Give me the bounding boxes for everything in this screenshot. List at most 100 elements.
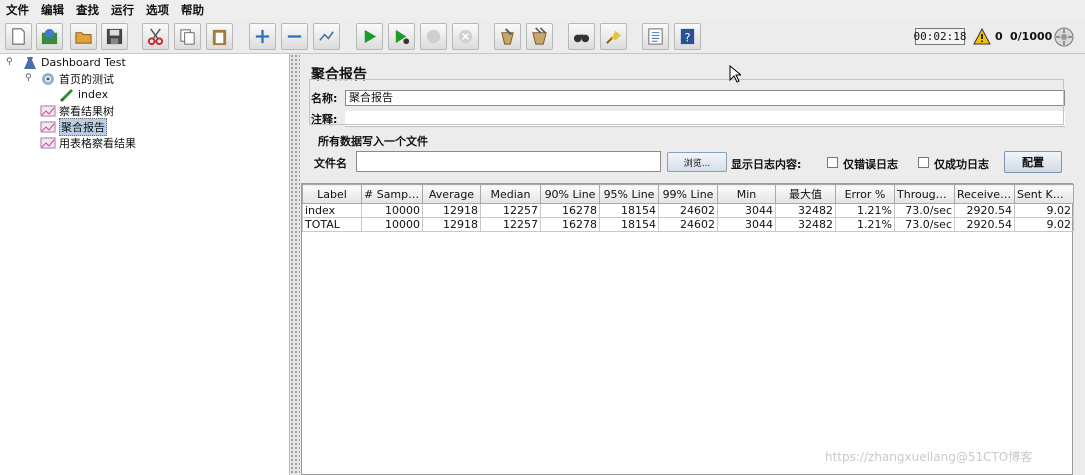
table-cell: index bbox=[302, 203, 362, 218]
filename-input[interactable] bbox=[356, 151, 661, 172]
column-header[interactable]: 95% Line bbox=[599, 184, 659, 204]
clear-all-icon bbox=[532, 27, 547, 45]
clear-button[interactable] bbox=[494, 23, 521, 50]
menu-help[interactable]: 帮助 bbox=[175, 2, 210, 18]
menu-run[interactable]: 运行 bbox=[105, 2, 140, 18]
cut-icon bbox=[147, 28, 164, 46]
search-button[interactable] bbox=[568, 23, 595, 50]
menu-search[interactable]: 查找 bbox=[70, 2, 105, 18]
templates-icon bbox=[41, 28, 58, 45]
column-header[interactable]: 99% Line bbox=[658, 184, 718, 204]
column-header[interactable]: Median bbox=[480, 184, 541, 204]
column-header[interactable]: 90% Line bbox=[540, 184, 600, 204]
reset-search-button[interactable] bbox=[600, 23, 627, 50]
table-cell: 32482 bbox=[775, 217, 836, 232]
start-button[interactable] bbox=[356, 23, 383, 50]
tree-node-table-results[interactable]: 用表格察看结果 bbox=[40, 135, 136, 150]
expand-button[interactable] bbox=[249, 23, 276, 50]
table-cell: 12918 bbox=[422, 203, 481, 218]
toggle-button[interactable] bbox=[313, 23, 340, 50]
column-header[interactable]: # Samples bbox=[361, 184, 423, 204]
tree-node-thread-group[interactable]: 首页的测试 bbox=[40, 71, 114, 86]
save-button[interactable] bbox=[101, 23, 128, 50]
paste-icon bbox=[212, 29, 227, 46]
stop-icon bbox=[426, 29, 441, 44]
expander-icon[interactable]: ⚲ bbox=[6, 57, 13, 67]
thread-group-icon bbox=[42, 72, 54, 85]
table-row[interactable]: index 10000 12918 12257 16278 18154 2460… bbox=[302, 203, 1074, 218]
expander-icon[interactable]: ⚲ bbox=[25, 73, 32, 83]
table-cell: 24602 bbox=[658, 217, 718, 232]
menu-edit[interactable]: 编辑 bbox=[35, 2, 70, 18]
tree-node-label: Dashboard Test bbox=[41, 56, 126, 69]
tree-node-label: 用表格察看结果 bbox=[59, 136, 136, 150]
column-header[interactable]: Min bbox=[717, 184, 776, 204]
table-cell: 12257 bbox=[480, 203, 541, 218]
errors-only-checkbox[interactable] bbox=[827, 157, 838, 168]
table-cell: 32482 bbox=[775, 203, 836, 218]
table-cell: 73.0/sec bbox=[894, 203, 955, 218]
function-helper-button[interactable] bbox=[642, 23, 669, 50]
tree-node-aggregate-report[interactable]: 聚合报告 bbox=[40, 117, 107, 136]
new-button[interactable] bbox=[5, 23, 32, 50]
collapse-button[interactable] bbox=[281, 23, 308, 50]
svg-text:?: ? bbox=[684, 30, 690, 44]
column-header[interactable]: 最大值 bbox=[775, 184, 836, 204]
copy-button[interactable] bbox=[174, 23, 201, 50]
templates-button[interactable] bbox=[36, 23, 63, 50]
search-icon bbox=[573, 34, 590, 43]
tree-node-label: 察看结果树 bbox=[59, 104, 114, 118]
column-header[interactable]: Through... bbox=[894, 184, 955, 204]
column-header[interactable]: Label bbox=[302, 184, 362, 204]
column-header[interactable]: Error % bbox=[835, 184, 895, 204]
listener-icon bbox=[40, 137, 56, 148]
menu-file[interactable]: 文件 bbox=[0, 2, 35, 18]
split-pane-divider[interactable] bbox=[290, 54, 300, 475]
open-button[interactable] bbox=[70, 23, 97, 50]
column-header[interactable]: Sent KB/... bbox=[1014, 184, 1074, 204]
reset-search-icon bbox=[606, 30, 622, 44]
test-plan-icon bbox=[24, 56, 36, 69]
table-cell: 9.02 bbox=[1014, 203, 1074, 218]
clear-all-button[interactable] bbox=[526, 23, 553, 50]
stop-button[interactable] bbox=[420, 23, 447, 50]
remote-status-icon[interactable] bbox=[1053, 26, 1075, 48]
listener-icon bbox=[40, 105, 56, 116]
table-row[interactable]: TOTAL 10000 12918 12257 16278 18154 2460… bbox=[302, 217, 1074, 232]
menu-options[interactable]: 选项 bbox=[140, 2, 175, 18]
success-only-checkbox[interactable] bbox=[918, 157, 929, 168]
browse-button[interactable]: 浏览... bbox=[667, 152, 727, 172]
copy-icon bbox=[180, 29, 195, 45]
mouse-cursor-icon bbox=[729, 65, 741, 83]
toggle-icon bbox=[319, 31, 334, 41]
start-no-pause-icon bbox=[395, 29, 410, 45]
shutdown-icon bbox=[458, 29, 473, 44]
tree-node-results-tree[interactable]: 察看结果树 bbox=[40, 103, 114, 118]
listener-icon bbox=[40, 121, 56, 132]
table-cell: 9.02 bbox=[1014, 217, 1074, 232]
start-no-pause-button[interactable] bbox=[388, 23, 415, 50]
tree-node-label: index bbox=[78, 88, 109, 101]
tree-node-label: 聚合报告 bbox=[59, 117, 107, 136]
group-title: 所有数据写入一个文件 bbox=[316, 133, 430, 149]
expand-icon bbox=[255, 29, 270, 44]
cut-button[interactable] bbox=[142, 23, 169, 50]
paste-button[interactable] bbox=[206, 23, 233, 50]
results-table: Label # Samples Average Median 90% Line … bbox=[301, 183, 1074, 475]
success-only-label: 仅成功日志 bbox=[934, 158, 989, 171]
help-button[interactable]: ? bbox=[674, 23, 701, 50]
column-header[interactable]: Average bbox=[422, 184, 481, 204]
table-cell: 3044 bbox=[717, 217, 776, 232]
table-cell: 24602 bbox=[658, 203, 718, 218]
configure-button[interactable]: 配置 bbox=[1004, 151, 1062, 173]
column-header[interactable]: Received... bbox=[954, 184, 1015, 204]
table-cell: 18154 bbox=[599, 217, 659, 232]
table-cell: 3044 bbox=[717, 203, 776, 218]
shutdown-button[interactable] bbox=[452, 23, 479, 50]
table-cell: TOTAL bbox=[302, 217, 362, 232]
tree-node-sampler[interactable]: index bbox=[59, 87, 108, 102]
warning-icon[interactable] bbox=[973, 28, 991, 45]
active-threads: 0/1000 bbox=[1010, 30, 1053, 43]
tree-node-root[interactable]: Dashboard Test bbox=[22, 55, 126, 70]
table-cell: 10000 bbox=[361, 217, 423, 232]
